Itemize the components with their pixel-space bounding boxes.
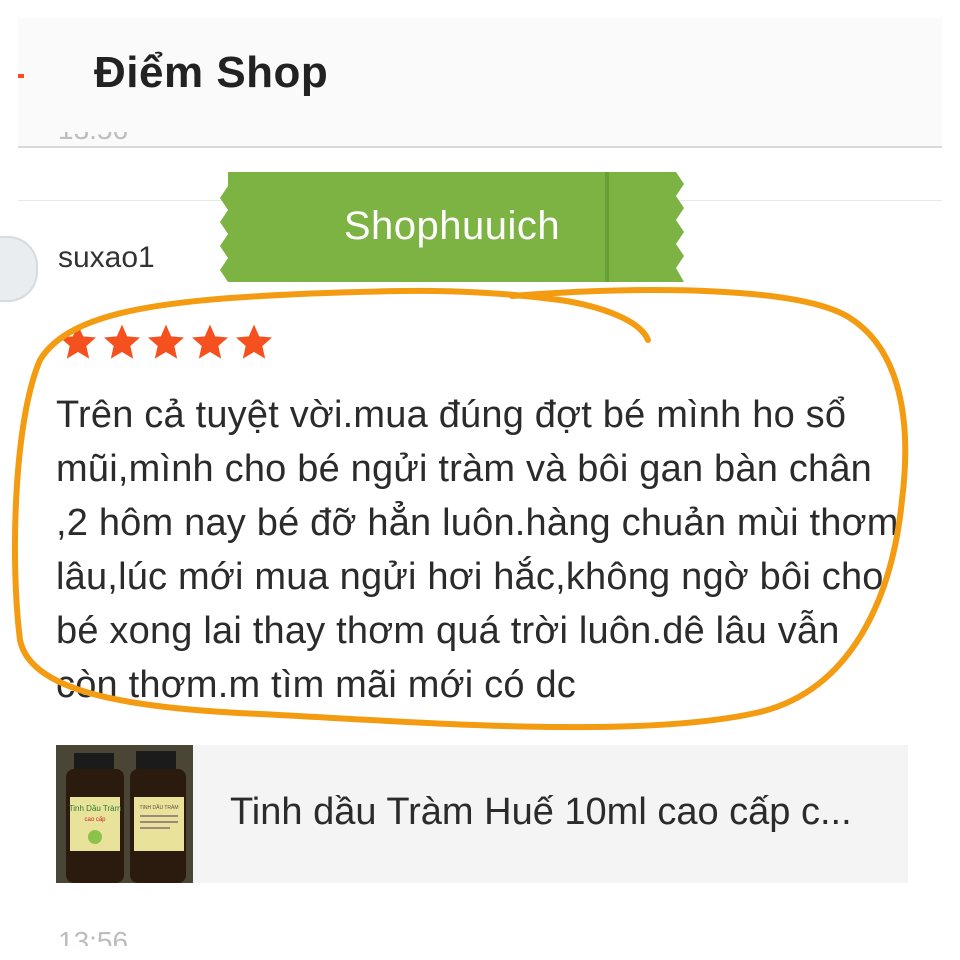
left-frame <box>0 0 18 960</box>
product-label-text: TINH DẦU TRÀM <box>139 804 178 811</box>
star-icon <box>236 324 272 359</box>
review-line: Trên cả tuyệt vời.mua đúng đợt bé mình h… <box>56 394 847 436</box>
star-icon <box>148 324 184 359</box>
star-icon <box>192 324 228 359</box>
review-line: bé xong lai thay thơm quá trời luôn.dê l… <box>56 610 840 652</box>
back-arrow-icon[interactable] <box>18 68 34 84</box>
product-label-title: Tinh Dầu Tràm <box>69 804 122 813</box>
watermark-banner: Shophuuich <box>220 172 684 282</box>
next-message-time: 13:56 <box>58 926 129 946</box>
page-title: Điểm Shop <box>94 48 329 97</box>
review-line: ,2 hôm nay bé đỡ hẳn luôn.hàng chuản mùi… <box>56 502 899 544</box>
review-text: Trên cả tuyệt vời.mua đúng đợt bé mình h… <box>56 388 916 712</box>
app-header: Điểm Shop <box>18 18 942 148</box>
product-name[interactable]: Tinh dầu Tràm Huế 10ml cao cấp c... <box>230 791 852 834</box>
star-icon <box>60 324 96 359</box>
review-line: mũi,mình cho bé ngửi tràm và bôi gan bàn… <box>56 448 873 490</box>
rating-stars <box>58 322 274 362</box>
product-label-subtitle: cao cấp <box>84 817 106 823</box>
review-line: còn thơm.m tìm mãi mới có dc <box>56 664 576 706</box>
review-line: lâu,lúc mới mua ngửi hơi hắc,không ngờ b… <box>56 556 884 598</box>
avatar[interactable] <box>0 236 38 302</box>
reviewer-username[interactable]: suxao1 <box>58 241 155 275</box>
star-icon <box>104 324 140 359</box>
product-image: Tinh Dầu Tràm cao cấp TINH DẦU TRÀM <box>56 745 193 883</box>
previous-message-time: 13:56 <box>58 132 128 154</box>
product-card[interactable]: Tinh Dầu Tràm cao cấp TINH DẦU TRÀM Tinh… <box>56 745 908 883</box>
watermark-text: Shophuuich <box>343 204 561 248</box>
product-thumbnail: Tinh Dầu Tràm cao cấp TINH DẦU TRÀM <box>56 745 193 883</box>
